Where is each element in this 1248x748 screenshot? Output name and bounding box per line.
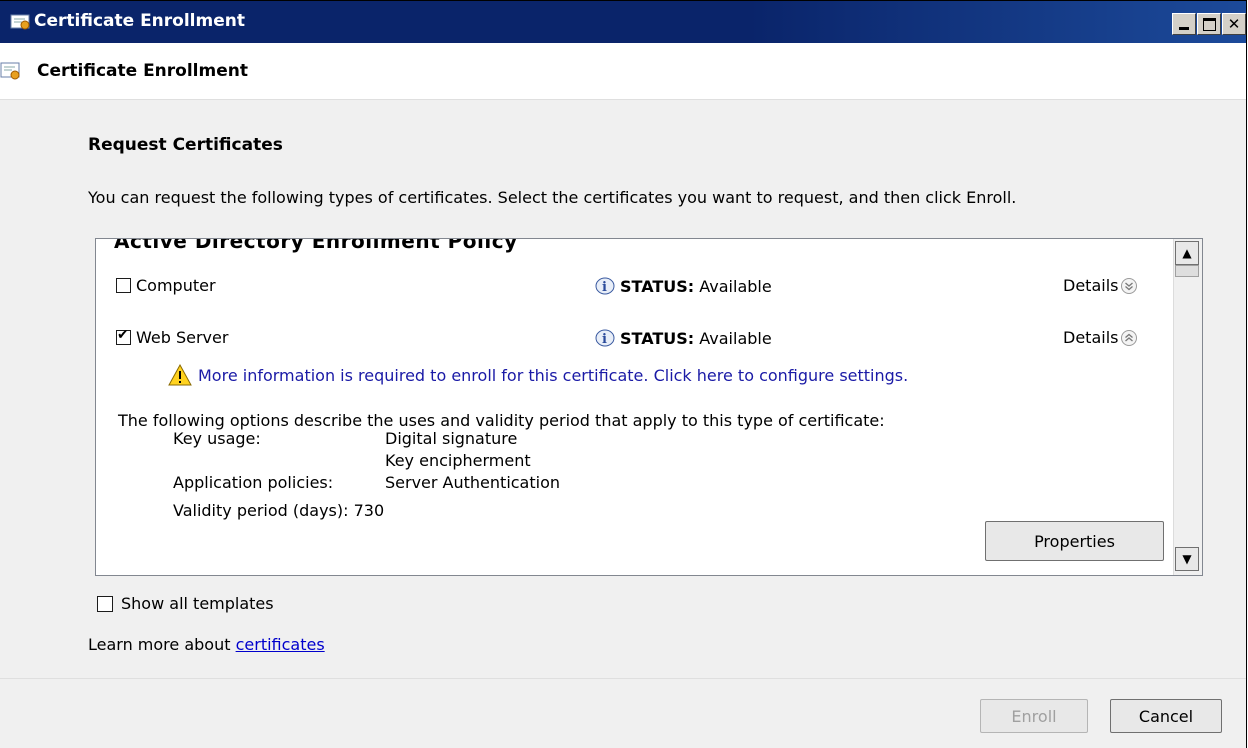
show-all-templates-checkbox[interactable] [97, 596, 113, 612]
list-item-web-server[interactable]: Web Server i STATUS: Available Details [96, 327, 1171, 352]
certificate-enrollment-window: Certificate Enrollment ✕ Certificate Enr… [0, 0, 1247, 748]
chevron-down-icon [1121, 278, 1138, 294]
application-policies-value: Server Authentication [385, 473, 561, 492]
certificate-list[interactable]: Active Directory Enrollment Policy Compu… [95, 238, 1203, 576]
computer-checkbox[interactable] [116, 278, 131, 293]
key-usage-label: Key usage: [173, 429, 261, 448]
cancel-button[interactable]: Cancel [1110, 699, 1222, 733]
web-server-details-toggle[interactable]: Details [1063, 328, 1138, 347]
maximize-button[interactable] [1197, 13, 1221, 35]
key-usage-row-2: Key encipherment [173, 451, 673, 475]
wizard-footer: Enroll Cancel [0, 678, 1246, 748]
validity-period-label: Validity period (days): 730 [173, 501, 385, 520]
minimize-button[interactable] [1172, 13, 1196, 35]
validity-period-row: Validity period (days): 730 [173, 501, 673, 525]
web-server-checkbox[interactable] [116, 327, 131, 345]
svg-text:i: i [602, 280, 607, 295]
computer-status: i STATUS: Available [594, 276, 772, 296]
wizard-header: Certificate Enrollment [0, 43, 1246, 100]
page-description: You can request the following types of c… [88, 188, 1017, 207]
close-button[interactable]: ✕ [1222, 13, 1246, 35]
title-bar[interactable]: Certificate Enrollment ✕ [0, 1, 1246, 43]
options-description: The following options describe the uses … [118, 411, 885, 430]
scroll-thumb[interactable] [1175, 265, 1199, 277]
web-server-status: i STATUS: Available [594, 328, 772, 348]
list-item-computer[interactable]: Computer i STATUS: Available Details [96, 276, 1171, 300]
info-icon: i [595, 329, 615, 347]
application-policies-row: Application policies: Server Authenticat… [173, 473, 673, 497]
properties-button[interactable]: Properties [985, 521, 1164, 561]
close-icon: ✕ [1227, 15, 1241, 33]
key-usage-value: Digital signature [385, 429, 518, 448]
window-title: Certificate Enrollment [34, 11, 245, 31]
key-usage-value: Key encipherment [385, 451, 531, 470]
chevron-up-icon [1121, 330, 1138, 346]
page-title: Request Certificates [88, 135, 283, 155]
application-policies-label: Application policies: [173, 473, 334, 492]
arrow-up-icon: ▲ [1182, 246, 1192, 260]
vertical-scrollbar[interactable]: ▲ ▼ [1173, 239, 1202, 575]
validity-period-value: 730 [353, 501, 385, 520]
svg-text:i: i [602, 332, 607, 347]
warning-icon [168, 364, 192, 386]
wizard-content: Request Certificates You can request the… [0, 100, 1246, 678]
show-all-templates-label: Show all templates [121, 594, 274, 613]
info-icon: i [595, 277, 615, 295]
minimize-icon [1179, 26, 1189, 30]
scroll-up-button[interactable]: ▲ [1175, 241, 1199, 265]
arrow-down-icon: ▼ [1182, 552, 1192, 566]
certificate-icon [0, 62, 20, 80]
enroll-button[interactable]: Enroll [980, 699, 1088, 733]
computer-details-toggle[interactable]: Details [1063, 276, 1138, 295]
computer-label: Computer [136, 276, 216, 295]
policy-heading: Active Directory Enrollment Policy [114, 238, 518, 253]
key-usage-row: Key usage: Digital signature [173, 429, 673, 453]
learn-more-text: Learn more about certificates [88, 635, 325, 654]
wizard-title: Certificate Enrollment [37, 61, 248, 81]
web-server-label: Web Server [136, 328, 229, 347]
configure-settings-link[interactable]: More information is required to enroll f… [168, 364, 908, 386]
certificates-link[interactable]: certificates [236, 635, 325, 654]
certificate-icon [10, 14, 30, 30]
maximize-icon [1202, 17, 1216, 31]
scroll-down-button[interactable]: ▼ [1175, 547, 1199, 571]
